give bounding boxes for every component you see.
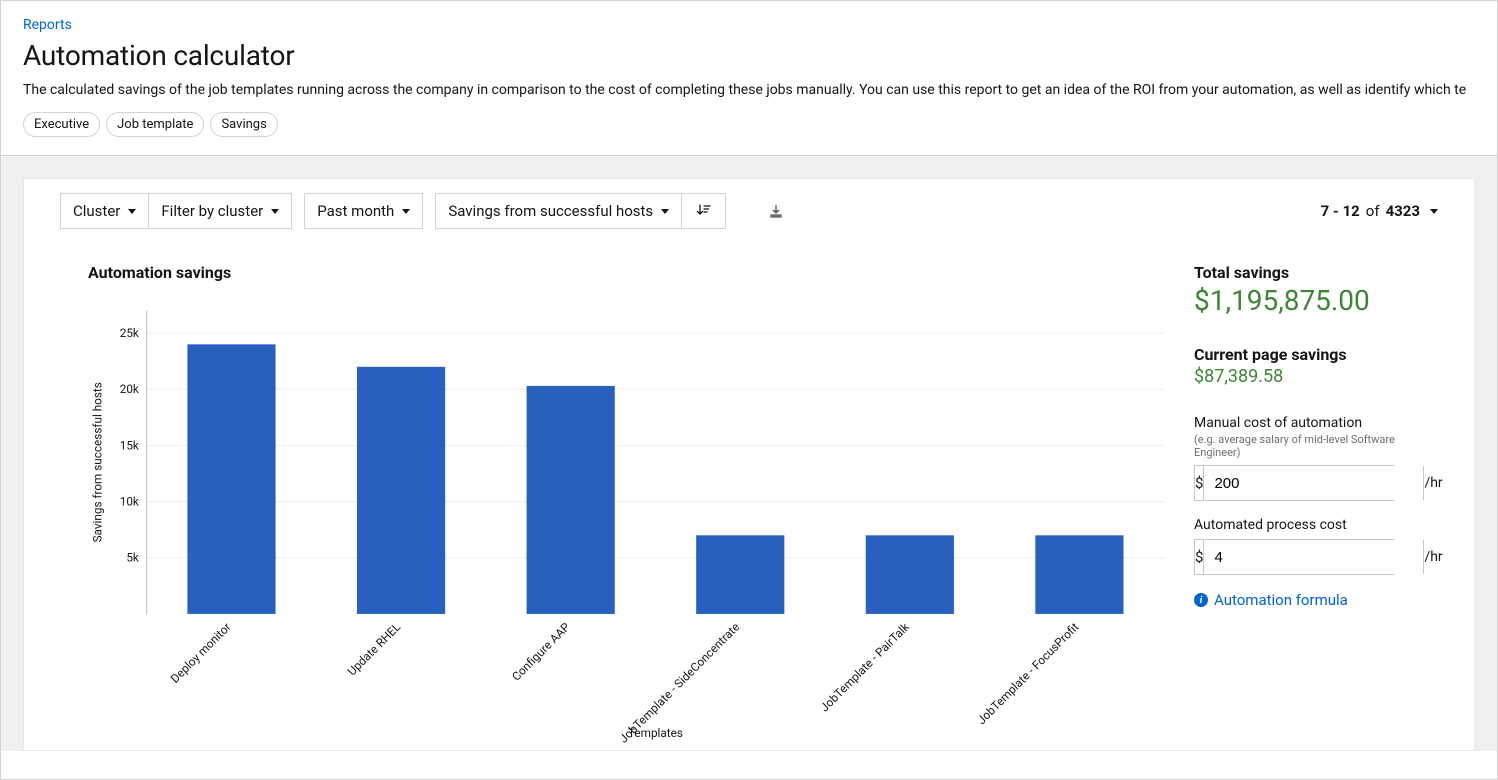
metric-label: Savings from successful hosts bbox=[448, 202, 653, 220]
manual-cost-sublabel: (e.g. average salary of mid-level Softwa… bbox=[1194, 433, 1434, 459]
bar[interactable] bbox=[527, 386, 615, 614]
metric-select[interactable]: Savings from successful hosts bbox=[435, 193, 682, 229]
svg-text:Update RHEL: Update RHEL bbox=[345, 619, 404, 678]
svg-text:Savings from successful hosts: Savings from successful hosts bbox=[91, 382, 105, 542]
manual-cost-input[interactable] bbox=[1204, 466, 1423, 500]
breadcrumb: Reports bbox=[23, 17, 1475, 33]
pagination: 7 - 12 of 4323 bbox=[1321, 202, 1438, 220]
svg-text:Templates: Templates bbox=[628, 726, 683, 740]
breadcrumb-reports-link[interactable]: Reports bbox=[23, 17, 72, 33]
caret-down-icon bbox=[661, 209, 669, 214]
caret-down-icon bbox=[128, 209, 136, 214]
pagination-of: of bbox=[1366, 202, 1380, 220]
svg-text:25k: 25k bbox=[120, 326, 139, 340]
auto-cost-label: Automated process cost bbox=[1194, 517, 1434, 533]
tag-executive[interactable]: Executive bbox=[23, 112, 100, 137]
currency-addon: $ bbox=[1195, 466, 1204, 500]
svg-text:10k: 10k bbox=[120, 495, 139, 509]
date-range-select[interactable]: Past month bbox=[304, 193, 423, 229]
download-button[interactable] bbox=[758, 193, 794, 229]
chart-area: Automation savings 5k 10k 15k 20k 25k Deploy … bbox=[44, 263, 1194, 750]
bar[interactable] bbox=[187, 344, 275, 614]
pagination-total: 4323 bbox=[1386, 202, 1420, 220]
download-icon bbox=[768, 203, 784, 219]
svg-text:Deploy monitor: Deploy monitor bbox=[168, 620, 234, 686]
toolbar: Cluster Filter by cluster Past month Sav… bbox=[24, 179, 1474, 243]
manual-cost-input-group: $ /hr bbox=[1194, 465, 1394, 501]
cluster-attribute-label: Cluster bbox=[73, 202, 120, 220]
auto-cost-input-group: $ /hr bbox=[1194, 539, 1394, 575]
bar[interactable] bbox=[357, 367, 445, 614]
caret-down-icon bbox=[402, 209, 410, 214]
svg-text:15k: 15k bbox=[120, 438, 139, 452]
caret-down-icon bbox=[271, 209, 279, 214]
total-savings-label: Total savings bbox=[1194, 263, 1434, 282]
page-savings-value: $87,389.58 bbox=[1194, 366, 1434, 387]
svg-text:JobTemplate - PairTalk: JobTemplate - PairTalk bbox=[817, 620, 912, 715]
pagination-range: 7 - 12 bbox=[1321, 202, 1360, 220]
tag-savings[interactable]: Savings bbox=[210, 112, 277, 137]
page-title: Automation calculator bbox=[23, 39, 1475, 72]
bar[interactable] bbox=[696, 535, 784, 614]
sidebar: Total savings $1,195,875.00 Current page… bbox=[1194, 263, 1454, 750]
filter-by-cluster-select[interactable]: Filter by cluster bbox=[148, 193, 292, 229]
currency-addon: $ bbox=[1195, 540, 1204, 574]
page-header: Reports Automation calculator The calcul… bbox=[1, 1, 1497, 156]
svg-text:20k: 20k bbox=[120, 382, 139, 396]
svg-text:Configure AAP: Configure AAP bbox=[509, 620, 573, 684]
tags-row: Executive Job template Savings bbox=[23, 112, 1475, 137]
filter-by-cluster-label: Filter by cluster bbox=[161, 202, 263, 220]
chart-title: Automation savings bbox=[88, 263, 1174, 282]
tag-job-template[interactable]: Job template bbox=[106, 112, 204, 137]
caret-down-icon[interactable] bbox=[1430, 209, 1438, 214]
sort-button[interactable] bbox=[682, 193, 726, 229]
total-savings-value: $1,195,875.00 bbox=[1194, 284, 1434, 317]
report-card: Cluster Filter by cluster Past month Sav… bbox=[23, 178, 1475, 751]
cluster-attribute-select[interactable]: Cluster bbox=[60, 193, 148, 229]
bar[interactable] bbox=[866, 535, 954, 614]
page-description: The calculated savings of the job templa… bbox=[23, 82, 1475, 98]
auto-cost-input[interactable] bbox=[1204, 540, 1423, 574]
automation-formula-link[interactable]: Automation formula bbox=[1214, 591, 1348, 609]
svg-text:5k: 5k bbox=[126, 551, 139, 565]
bar[interactable] bbox=[1035, 535, 1123, 614]
date-range-label: Past month bbox=[317, 202, 394, 220]
sort-icon bbox=[696, 203, 712, 219]
per-hr-addon: /hr bbox=[1423, 540, 1442, 574]
page-savings-label: Current page savings bbox=[1194, 345, 1434, 364]
info-icon: i bbox=[1194, 593, 1208, 607]
per-hr-addon: /hr bbox=[1423, 466, 1442, 500]
manual-cost-label: Manual cost of automation bbox=[1194, 415, 1434, 431]
bar-chart: 5k 10k 15k 20k 25k Deploy monitor Update RHEL C… bbox=[88, 296, 1174, 746]
svg-text:JobTemplate - FocusProfit: JobTemplate - FocusProfit bbox=[974, 620, 1081, 727]
